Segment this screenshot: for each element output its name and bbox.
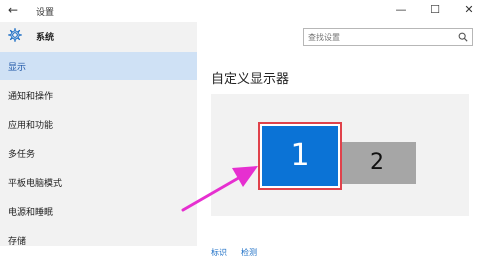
sidebar: 系统 显示 通知和操作 应用和功能 多任务 平板电脑模式 电源和睡眠 存储 [0,22,197,247]
maximize-button[interactable]: ☐ [428,3,442,16]
back-button[interactable]: ← [8,3,18,17]
display-arrangement-area: 2 1 [211,94,469,216]
sidebar-item-label: 通知和操作 [8,92,54,102]
sidebar-header: 系统 [0,22,197,52]
search-icon[interactable] [458,32,468,42]
sidebar-item-notifications[interactable]: 通知和操作 [0,81,197,109]
identify-link[interactable]: 标识 [211,247,227,258]
sidebar-item-label: 显示 [8,63,27,73]
gear-icon [8,28,22,42]
sidebar-header-label: 系统 [36,33,55,43]
page-title: 自定义显示器 [211,72,290,87]
sidebar-item-label: 电源和睡眠 [8,208,54,218]
sidebar-item-label: 平板电脑模式 [8,179,63,189]
monitor-2[interactable]: 2 [338,142,416,184]
sidebar-item-storage[interactable]: 存储 [0,226,197,254]
sidebar-item-label: 多任务 [8,150,36,160]
minimize-button[interactable]: — [394,3,408,16]
monitor-1[interactable]: 1 [258,122,342,190]
sidebar-item-multitasking[interactable]: 多任务 [0,139,197,167]
sidebar-item-apps[interactable]: 应用和功能 [0,110,197,138]
search-box[interactable] [303,28,473,46]
sidebar-item-power[interactable]: 电源和睡眠 [0,197,197,225]
search-input[interactable] [308,31,448,43]
detect-link[interactable]: 检测 [241,247,257,258]
main-panel: 自定义显示器 2 1 标识 检测 [197,22,488,257]
title-bar: ← 设置 — ☐ ✕ [0,0,488,22]
sidebar-item-tablet-mode[interactable]: 平板电脑模式 [0,168,197,196]
sidebar-item-display[interactable]: 显示 [0,52,197,80]
sidebar-item-label: 应用和功能 [8,121,54,131]
sidebar-item-label: 存储 [8,237,27,247]
close-button[interactable]: ✕ [462,3,476,16]
window-title: 设置 [36,8,55,18]
